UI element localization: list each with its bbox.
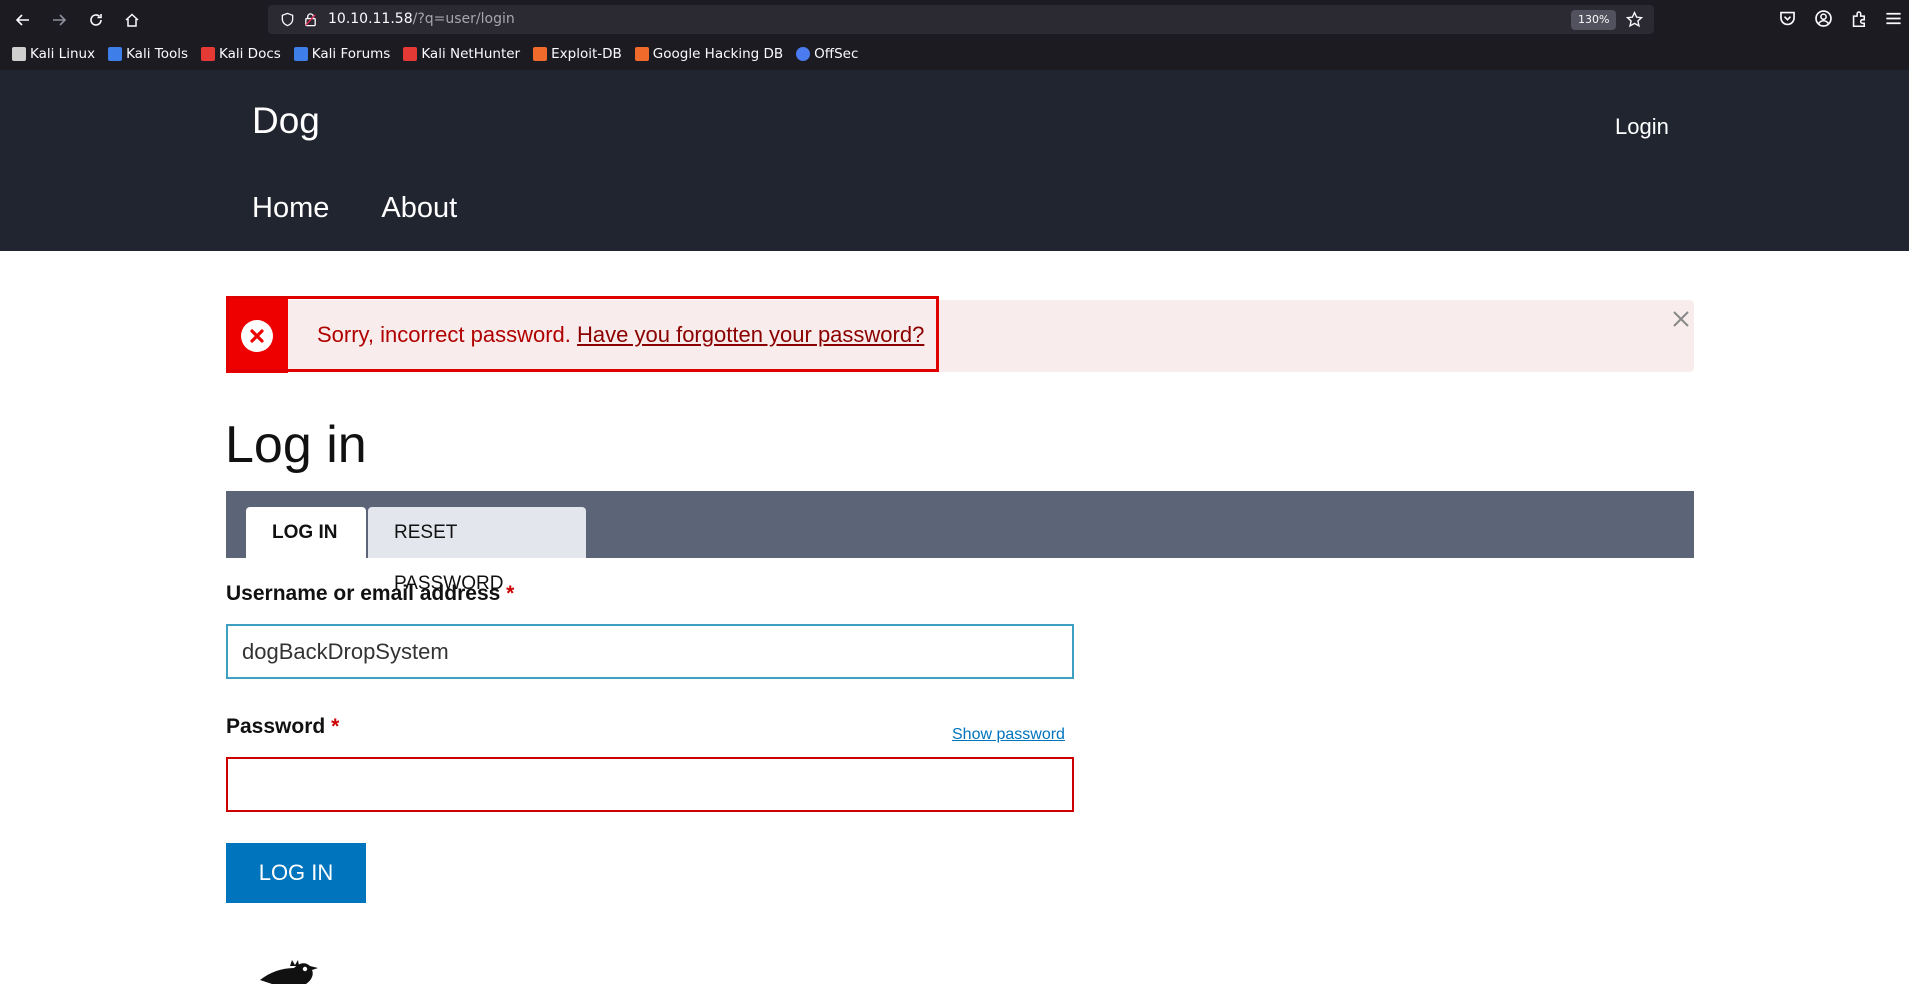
bookmark-item[interactable]: Kali Docs	[201, 45, 281, 63]
zoom-level[interactable]: 130%	[1571, 10, 1617, 30]
url-path: /?q=user/login	[412, 11, 515, 27]
tab-reset-password[interactable]: RESET PASSWORD	[368, 507, 586, 594]
lock-icon[interactable]	[303, 12, 318, 27]
bird-logo-icon	[260, 960, 318, 984]
bookmark-label: Kali NetHunter	[421, 46, 521, 62]
bookmark-icon	[533, 47, 548, 61]
error-message: Sorry, incorrect password. Have you forg…	[226, 296, 1694, 373]
bookmark-icon	[12, 47, 26, 61]
menu-icon[interactable]	[1884, 9, 1903, 28]
bookmarks-bar: Kali Linux Kali Tools Kali Docs Kali For…	[12, 45, 871, 63]
home-icon[interactable]	[120, 8, 144, 32]
bookmark-item[interactable]: Kali Tools	[108, 45, 188, 63]
shield-icon[interactable]	[280, 12, 295, 27]
bookmark-label: Kali Docs	[219, 46, 281, 62]
login-submit-button[interactable]: LOG IN	[226, 843, 366, 903]
site-header: Dog Login Home About	[0, 70, 1909, 251]
bookmark-label: Google Hacking DB	[652, 46, 784, 62]
password-input[interactable]	[226, 757, 1074, 812]
tabs-bar: LOG IN RESET PASSWORD	[226, 491, 1694, 594]
username-input[interactable]: dogBackDropSystem	[226, 624, 1074, 679]
forward-icon[interactable]	[47, 8, 71, 32]
address-bar[interactable]: 10.10.11.58/?q=user/login 130%	[268, 5, 1654, 34]
main-nav: Home About	[252, 192, 457, 225]
bookmark-icon	[201, 47, 215, 61]
bookmark-icon	[634, 47, 649, 61]
site-name[interactable]: Dog	[252, 100, 320, 142]
password-label-text: Password	[226, 715, 326, 738]
password-label: Password *	[226, 715, 339, 739]
bookmark-item[interactable]: Kali Linux	[12, 45, 95, 63]
required-mark: *	[506, 582, 515, 605]
back-icon[interactable]	[11, 8, 35, 32]
bookmark-item[interactable]: Exploit-DB	[533, 45, 622, 63]
bookmark-item[interactable]: Google Hacking DB	[634, 45, 784, 63]
bookmark-label: Kali Tools	[126, 46, 188, 62]
url-text: 10.10.11.58/?q=user/login	[328, 11, 515, 27]
nav-item-about[interactable]: About	[381, 192, 457, 225]
bookmark-item[interactable]: Kali NetHunter	[403, 45, 520, 63]
bookmark-icon	[108, 47, 123, 61]
username-label: Username or email address *	[226, 582, 514, 606]
bookmark-item[interactable]: OffSec	[796, 45, 858, 63]
page-title: Log in	[225, 416, 367, 474]
browser-chrome: 10.10.11.58/?q=user/login 130% Kali Linu…	[0, 0, 1909, 70]
username-label-text: Username or email address	[226, 582, 501, 605]
star-icon[interactable]	[1626, 11, 1643, 28]
error-message-text: Sorry, incorrect password. Have you forg…	[317, 322, 924, 348]
bookmark-icon	[293, 47, 308, 61]
reload-icon[interactable]	[84, 8, 108, 32]
show-password-link[interactable]: Show password	[952, 726, 1065, 744]
error-text: Sorry, incorrect password.	[317, 322, 571, 347]
bookmark-label: Exploit-DB	[551, 46, 622, 62]
account-icon[interactable]	[1814, 9, 1833, 28]
forgot-password-link[interactable]: Have you forgotten your password?	[577, 322, 924, 347]
tab-log-in[interactable]: LOG IN	[246, 507, 366, 558]
required-mark: *	[331, 715, 340, 738]
bookmark-label: OffSec	[814, 46, 859, 62]
header-login-link[interactable]: Login	[1615, 114, 1669, 140]
bookmark-label: Kali Linux	[30, 46, 96, 62]
bookmark-label: Kali Forums	[311, 46, 391, 62]
close-icon[interactable]	[1668, 306, 1694, 332]
nav-item-home[interactable]: Home	[252, 192, 329, 225]
bookmark-icon	[796, 47, 811, 61]
bookmark-item[interactable]: Kali Forums	[293, 45, 391, 63]
extensions-icon[interactable]	[1850, 9, 1869, 28]
bookmark-icon	[403, 47, 418, 61]
url-host: 10.10.11.58	[328, 11, 413, 27]
pocket-icon[interactable]	[1778, 9, 1797, 28]
